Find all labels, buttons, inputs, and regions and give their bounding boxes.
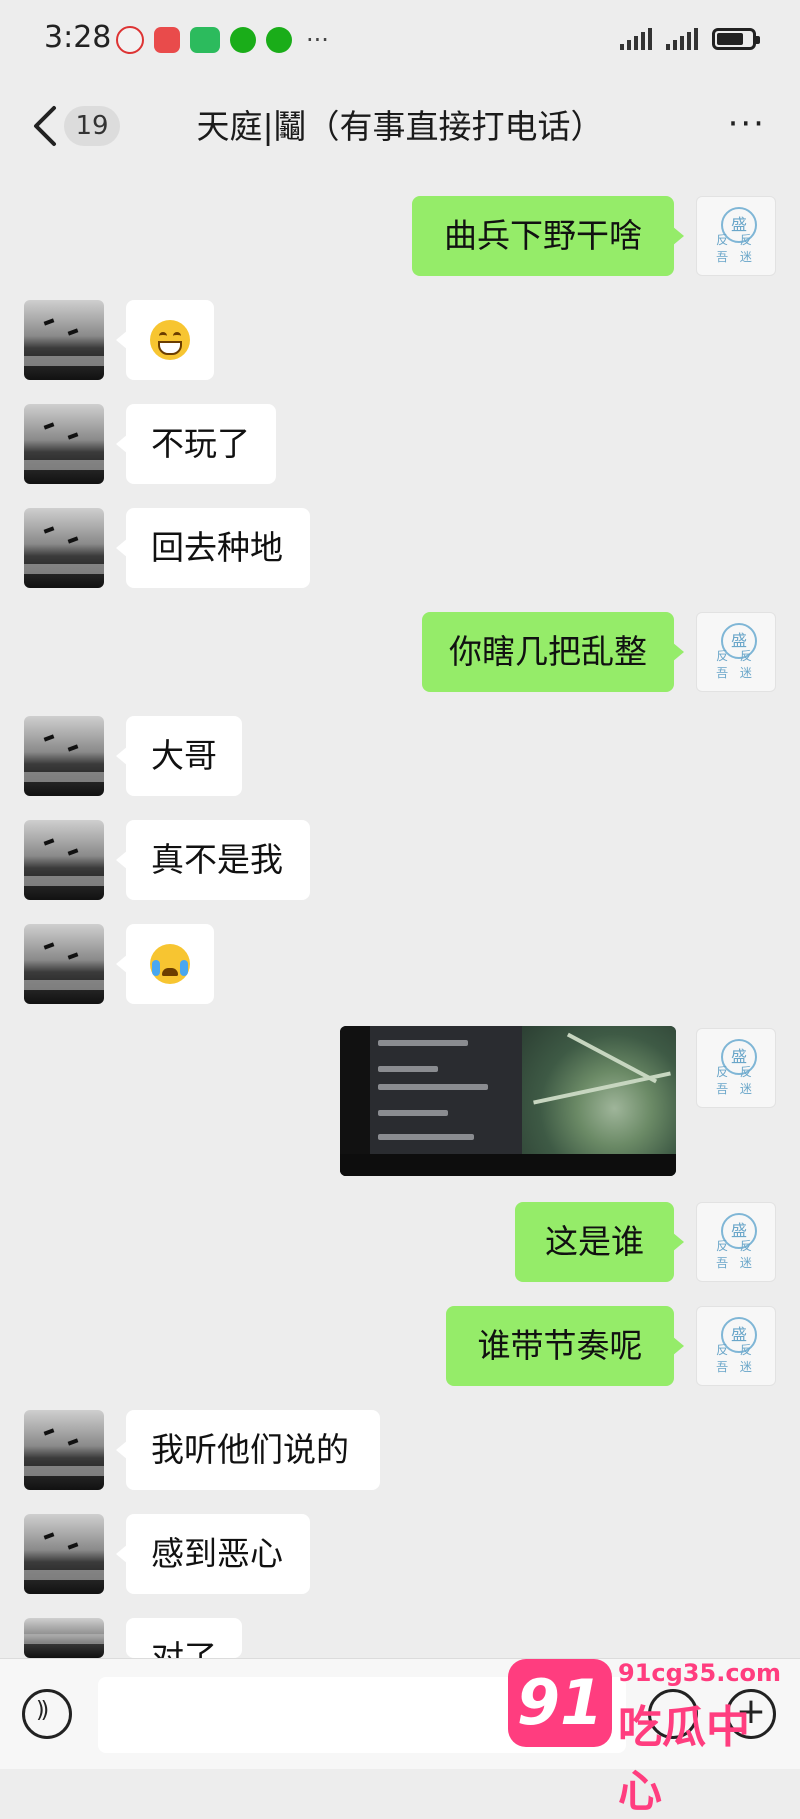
wechat-icon bbox=[266, 27, 292, 53]
more-notifications-icon: ··· bbox=[306, 26, 329, 54]
image-message[interactable] bbox=[340, 1026, 676, 1176]
watermark-logo: 91 91cg35.com 吃瓜中心 bbox=[500, 1655, 782, 1817]
red-app-icon bbox=[154, 27, 180, 53]
message-bubble[interactable]: 谁带节奏呢 bbox=[446, 1306, 684, 1386]
status-right bbox=[620, 28, 760, 50]
contact-avatar[interactable] bbox=[24, 300, 104, 380]
chat-header: 19 天庭|鬮（有事直接打电话） ··· bbox=[0, 84, 800, 170]
message-bubble[interactable]: 我听他们说的 bbox=[116, 1410, 380, 1490]
message-bubble[interactable]: 曲兵下野干啥 bbox=[412, 196, 684, 276]
contact-avatar[interactable] bbox=[24, 508, 104, 588]
status-time: 3:28 bbox=[44, 20, 112, 55]
voice-input-icon[interactable] bbox=[22, 1689, 72, 1739]
message-bubble[interactable]: 你瞎几把乱整 bbox=[422, 612, 684, 692]
message-bubble[interactable]: 这是谁 bbox=[515, 1202, 684, 1282]
message-bubble[interactable] bbox=[116, 300, 214, 380]
contact-avatar[interactable] bbox=[24, 820, 104, 900]
wechat-icon bbox=[230, 27, 256, 53]
contact-avatar[interactable] bbox=[24, 1514, 104, 1594]
self-avatar[interactable]: 盛 反 反 吾 迷 bbox=[696, 1306, 776, 1386]
avatar-signature: 反 反 吾 迷 bbox=[716, 1065, 756, 1096]
avatar-signature: 反 反 吾 迷 bbox=[716, 1343, 756, 1374]
crying-emoji-icon bbox=[150, 944, 190, 984]
signal-icon bbox=[666, 28, 698, 50]
watermark-url: 91cg35.com bbox=[618, 1659, 782, 1687]
message-bubble[interactable]: 大哥 bbox=[116, 716, 242, 796]
contact-avatar[interactable] bbox=[24, 716, 104, 796]
cat-app-icon bbox=[116, 26, 144, 54]
self-avatar[interactable]: 盛 反 反 吾 迷 bbox=[696, 196, 776, 276]
status-bar: 3:28 ··· bbox=[0, 0, 800, 84]
avatar-signature: 反 反 吾 迷 bbox=[716, 649, 756, 680]
self-avatar[interactable]: 盛 反 反 吾 迷 bbox=[696, 1202, 776, 1282]
message-bubble[interactable]: 真不是我 bbox=[116, 820, 310, 900]
grin-emoji-icon bbox=[150, 320, 190, 360]
message-bubble[interactable] bbox=[116, 924, 214, 1004]
signal-icon bbox=[620, 28, 652, 50]
contact-avatar[interactable] bbox=[24, 1410, 104, 1490]
message-bubble[interactable]: 感到恶心 bbox=[116, 1514, 310, 1594]
notification-icons: ··· bbox=[116, 26, 329, 54]
message-bubble[interactable]: 回去种地 bbox=[116, 508, 310, 588]
battery-icon bbox=[712, 28, 760, 50]
message-bubble[interactable]: 不玩了 bbox=[116, 404, 276, 484]
battery-level bbox=[717, 33, 743, 45]
green-app-icon bbox=[190, 27, 220, 53]
chat-title: 天庭|鬮（有事直接打电话） bbox=[196, 107, 604, 146]
contact-avatar[interactable] bbox=[24, 1618, 104, 1658]
back-arrow-icon[interactable] bbox=[28, 102, 68, 150]
watermark-number: 91 bbox=[508, 1659, 612, 1747]
self-avatar[interactable]: 盛 反 反 吾 迷 bbox=[696, 612, 776, 692]
message-bubble[interactable]: 对了 bbox=[126, 1618, 242, 1658]
unread-count-badge[interactable]: 19 bbox=[64, 106, 120, 146]
contact-avatar[interactable] bbox=[24, 404, 104, 484]
watermark-name: 吃瓜中心 bbox=[618, 1702, 750, 1817]
avatar-signature: 反 反 吾 迷 bbox=[716, 1239, 756, 1270]
self-avatar[interactable]: 盛 反 反 吾 迷 bbox=[696, 1028, 776, 1108]
more-options-icon[interactable]: ··· bbox=[728, 104, 766, 144]
avatar-signature: 反 反 吾 迷 bbox=[716, 233, 756, 264]
contact-avatar[interactable] bbox=[24, 924, 104, 1004]
